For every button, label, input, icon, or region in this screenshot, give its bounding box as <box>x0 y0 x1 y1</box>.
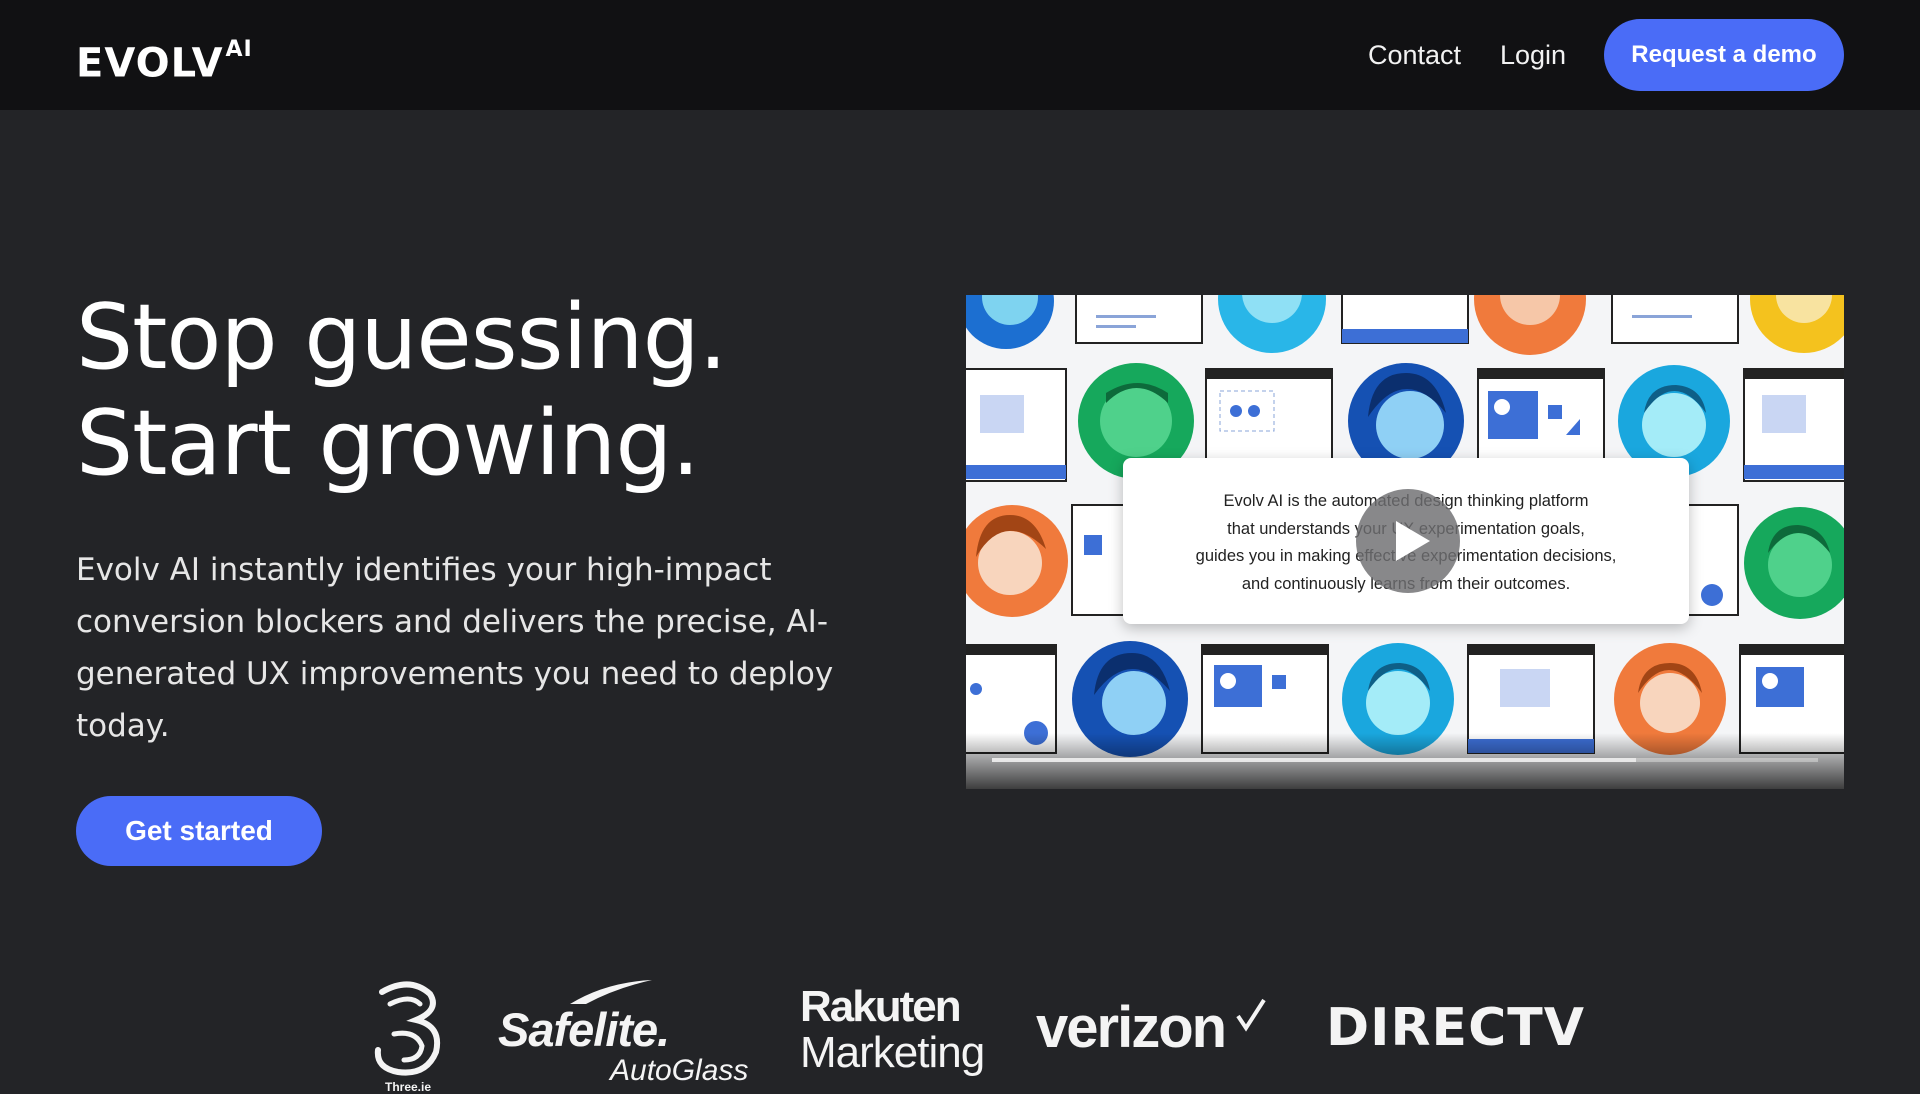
nav-login-link[interactable]: Login <box>1500 38 1566 72</box>
site-header: EVOLVAI Contact Login Request a demo <box>0 0 1920 110</box>
evolv-logo[interactable]: EVOLVAI <box>76 34 253 85</box>
verizon-check-icon <box>1236 998 1266 1032</box>
logo-text: EVOLV <box>76 40 224 87</box>
customer-logos: Three.ie Safelite. AutoGlass Rakuten Mar… <box>0 970 1920 1094</box>
three-logo-caption: Three.ie <box>384 1080 432 1094</box>
hero-headline: Stop guessing. Start growing. <box>76 285 727 497</box>
safelite-wordmark: Safelite. <box>498 1003 670 1056</box>
safelite-subtitle: AutoGlass <box>610 1054 749 1087</box>
verizon-wordmark: verizon <box>1036 995 1227 1060</box>
logo-suffix: AI <box>225 37 253 62</box>
headline-line-2: Start growing. <box>76 391 700 496</box>
hero-subtext: Evolv AI instantly identifies your high-… <box>76 552 834 744</box>
rakuten-subtitle: Marketing <box>800 1028 985 1077</box>
video-player[interactable]: Evolv AI is the automated design thinkin… <box>966 295 1844 789</box>
video-progress-bar[interactable] <box>992 758 1818 762</box>
request-demo-button[interactable]: Request a demo <box>1604 19 1844 91</box>
rakuten-wordmark: Rakuten <box>800 982 962 1031</box>
directv-wordmark: DIRECTV <box>1326 998 1585 1058</box>
video-progress-fill <box>992 758 1637 762</box>
headline-line-1: Stop guessing. <box>76 285 727 390</box>
play-icon <box>1396 521 1430 561</box>
nav-contact-link[interactable]: Contact <box>1368 38 1461 72</box>
three-mark-icon <box>374 981 440 1076</box>
get-started-button[interactable]: Get started <box>76 796 322 866</box>
play-button[interactable] <box>1356 489 1460 593</box>
three-logo: Three.ie <box>370 980 446 1094</box>
